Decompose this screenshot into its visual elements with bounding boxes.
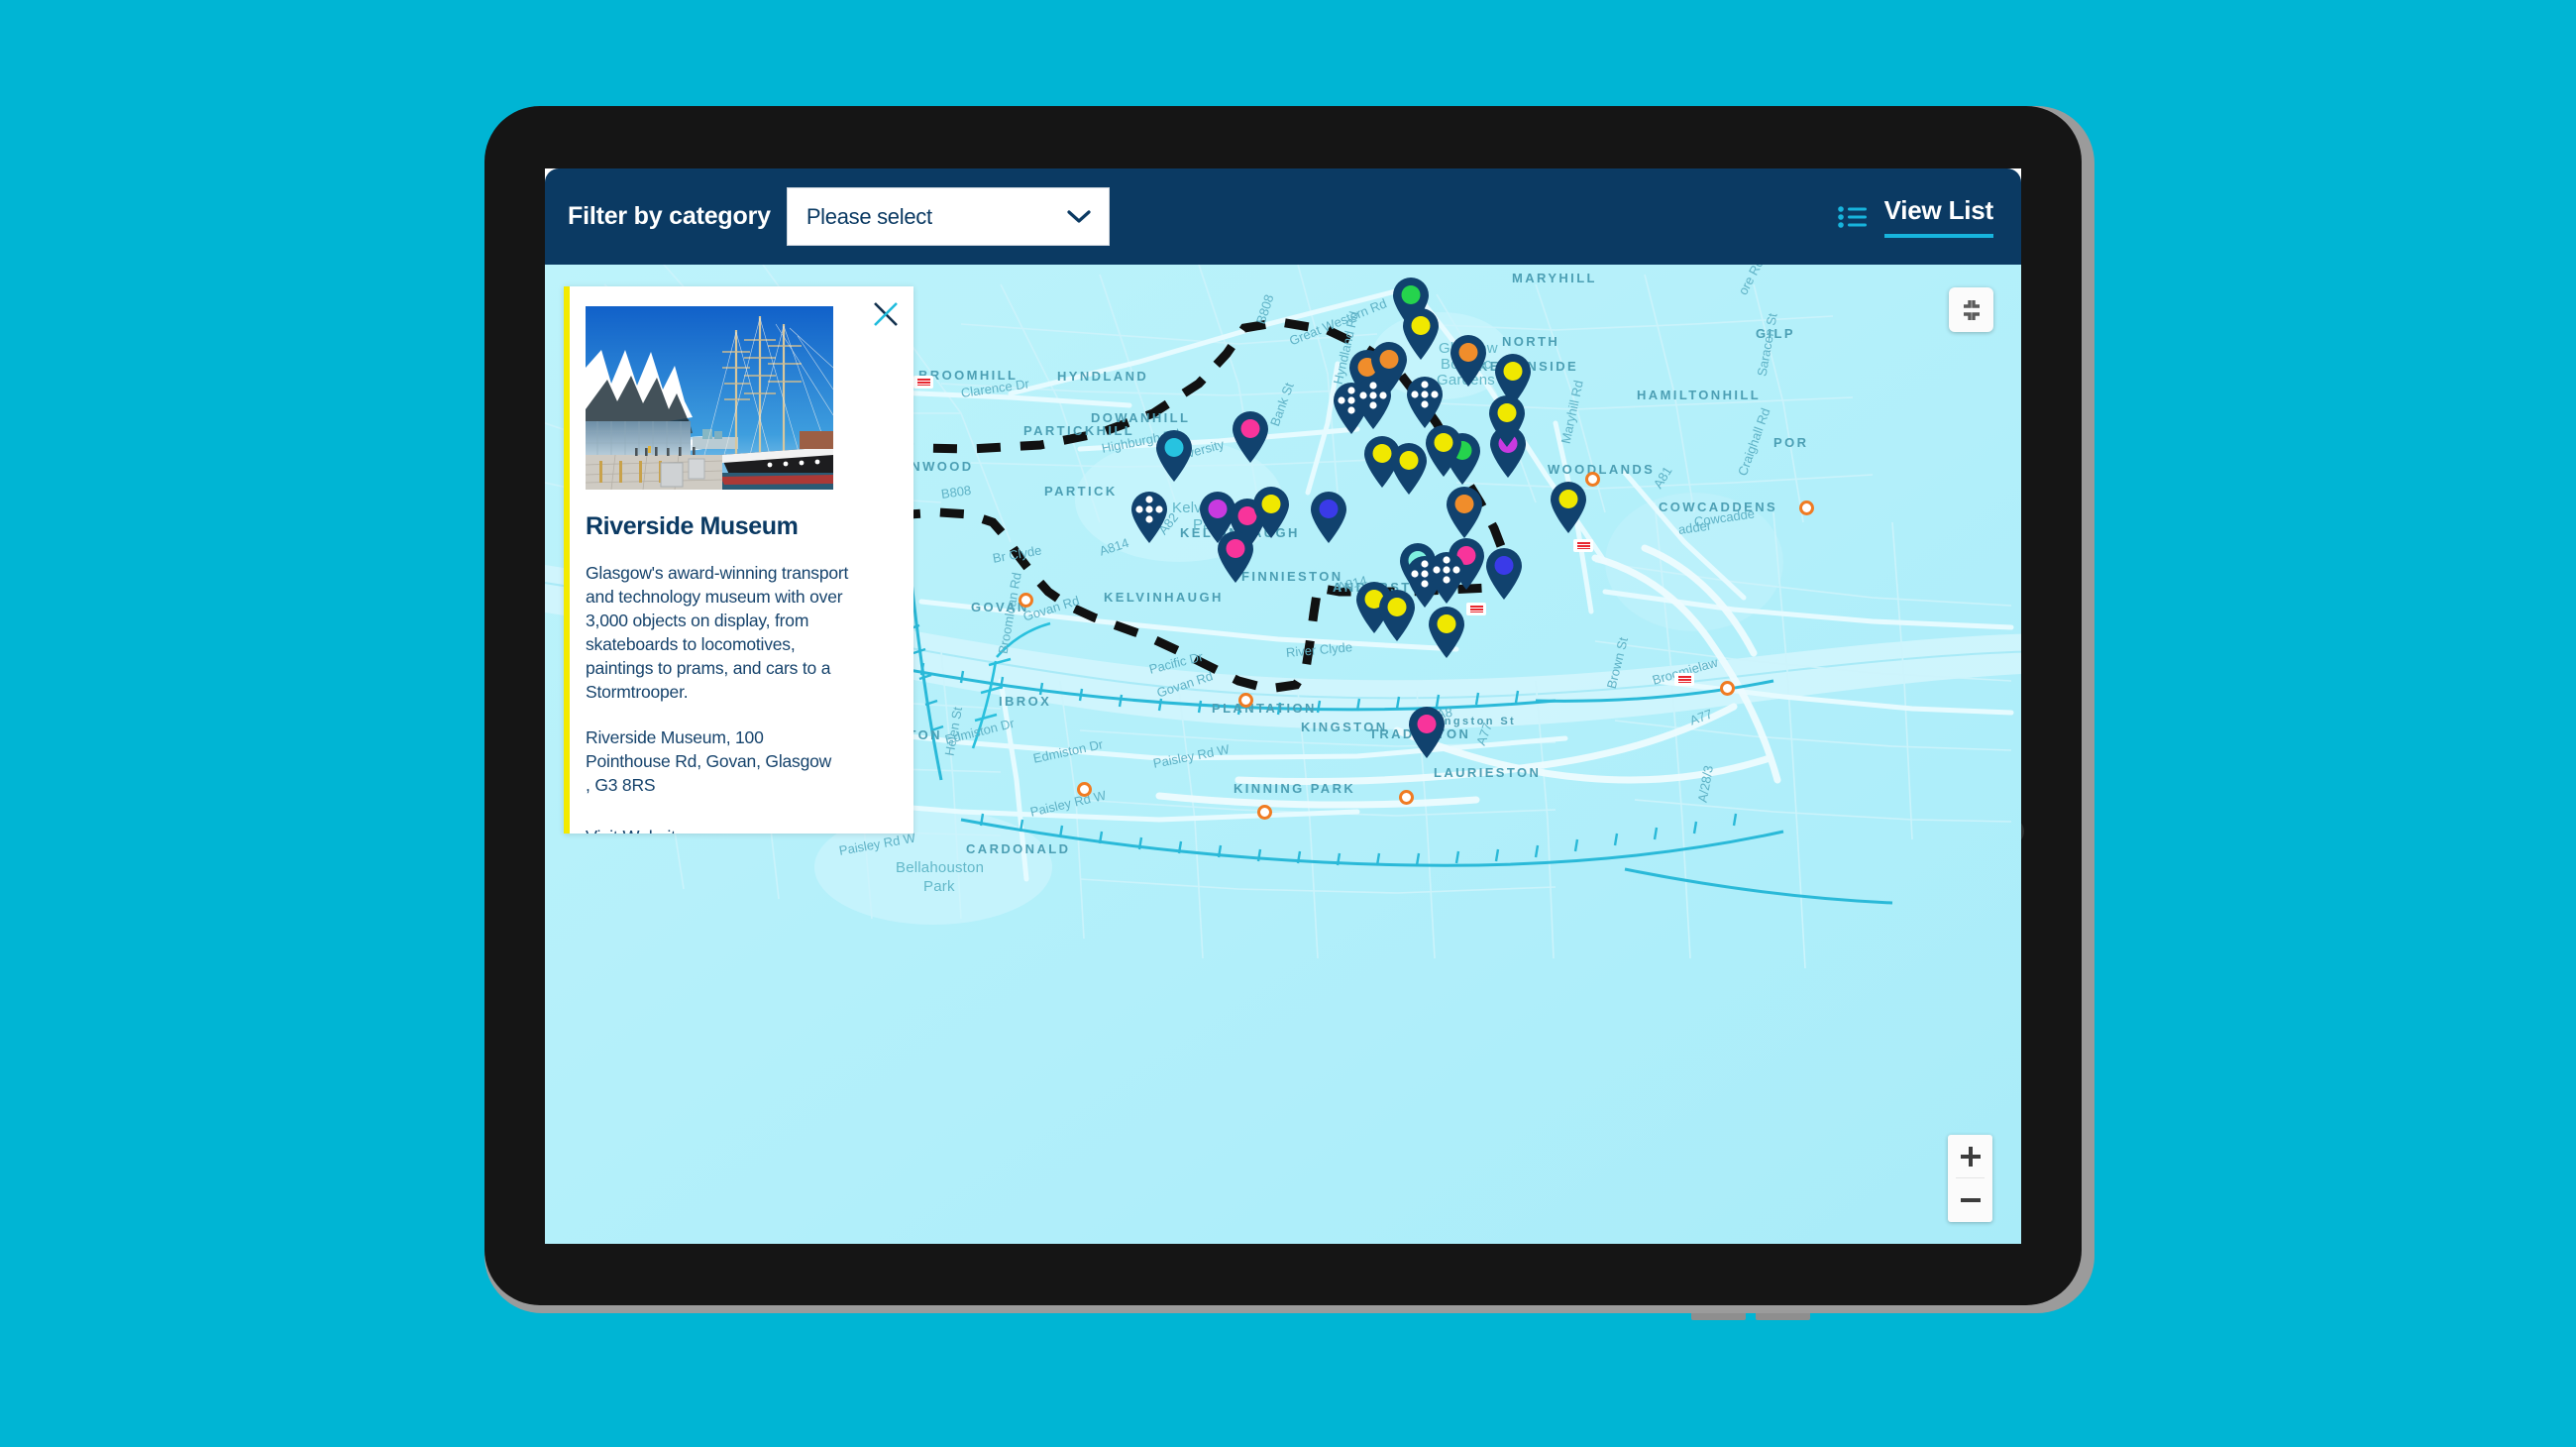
- subway-station-icon: [1399, 790, 1414, 805]
- location-detail-body: Riverside Museum Glasgow's award-winning…: [586, 512, 898, 834]
- map-zoom-out-button[interactable]: [1948, 1178, 1992, 1222]
- map-zoom-controls[interactable]: [1948, 1135, 1992, 1222]
- map-cluster-marker[interactable]: [1425, 550, 1468, 605]
- visit-website-link[interactable]: Visit Website: [586, 828, 686, 834]
- category-select-value: Please select: [805, 203, 932, 229]
- map-marker[interactable]: [1547, 480, 1590, 534]
- minus-icon: [1960, 1198, 1981, 1202]
- plus-icon: [1960, 1147, 1981, 1167]
- close-icon: [874, 302, 898, 326]
- device-foot: [1691, 1313, 1746, 1320]
- map-cluster-marker[interactable]: [1351, 376, 1395, 430]
- list-icon: [1837, 205, 1867, 228]
- view-list-label: View List: [1883, 195, 1993, 238]
- app-header: Filter by category Please select View Li…: [545, 168, 2021, 265]
- location-title: Riverside Museum: [586, 512, 799, 540]
- map-marker[interactable]: [1307, 490, 1350, 544]
- tablet-screen: Filter by category Please select View Li…: [545, 168, 2021, 1244]
- rail-station-icon: [1466, 603, 1486, 615]
- subway-station-icon: [1799, 501, 1814, 515]
- rail-station-icon: [1674, 673, 1694, 686]
- map-cluster-marker[interactable]: [1403, 375, 1447, 429]
- subway-station-icon: [1257, 805, 1272, 820]
- tablet-device-frame: Filter by category Please select View Li…: [484, 106, 2094, 1320]
- subway-station-icon: [1720, 681, 1735, 696]
- map-marker[interactable]: [1229, 409, 1272, 464]
- subway-station-icon: [1238, 693, 1253, 708]
- filter-by-category-label: Filter by category: [568, 202, 771, 230]
- map-marker[interactable]: [1152, 428, 1196, 483]
- map-zoom-in-button[interactable]: [1948, 1135, 1992, 1178]
- chevron-down-icon: [1067, 209, 1091, 223]
- map-marker[interactable]: [1482, 546, 1526, 601]
- rail-station-icon: [913, 376, 933, 389]
- map-marker[interactable]: [1422, 423, 1465, 478]
- location-description: Glasgow's award-winning transport and te…: [586, 563, 849, 702]
- compress-icon: [1963, 299, 1980, 320]
- map-marker[interactable]: [1425, 605, 1468, 659]
- map-marker[interactable]: [1405, 705, 1449, 759]
- rail-station-icon: [1573, 539, 1593, 552]
- view-list-button[interactable]: View List: [1837, 195, 1993, 238]
- subway-station-icon: [1077, 782, 1092, 797]
- subway-station-icon: [1019, 593, 1033, 608]
- close-button[interactable]: [871, 299, 901, 329]
- location-photo: [586, 306, 833, 490]
- map-cluster-marker[interactable]: [1127, 490, 1171, 544]
- location-address: Riverside Museum, 100 Pointhouse Rd, Gov…: [586, 726, 832, 795]
- map-fullscreen-button[interactable]: [1949, 287, 1993, 332]
- location-detail-card: Riverside Museum Glasgow's award-winning…: [564, 286, 913, 834]
- map-marker[interactable]: [1443, 485, 1486, 539]
- device-foot: [1756, 1313, 1810, 1320]
- map-marker[interactable]: [1447, 333, 1490, 388]
- map-marker[interactable]: [1214, 529, 1257, 584]
- map-canvas[interactable]: MARYHILLNORTHKELVINSIDEHAMILTONHILLGILPB…: [545, 265, 2021, 1244]
- category-select[interactable]: Please select: [786, 187, 1110, 246]
- map-marker[interactable]: [1485, 393, 1529, 448]
